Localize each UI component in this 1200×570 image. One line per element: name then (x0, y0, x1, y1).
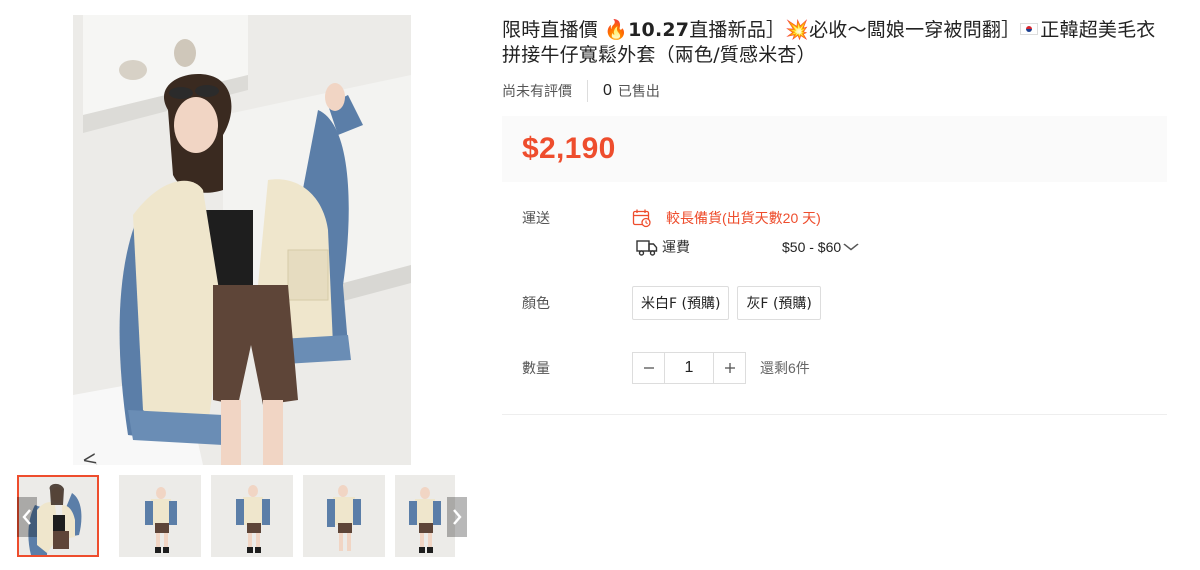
title-prefix: 限時直播價 (502, 19, 605, 41)
plus-icon (724, 363, 735, 373)
truck-icon (636, 237, 658, 257)
shipping-fee-range: $50 - $60 (782, 239, 842, 255)
calendar-clock-icon (632, 208, 654, 228)
thumbnail-5[interactable] (395, 475, 455, 557)
product-price: $2,190 (522, 132, 616, 165)
chevron-down-icon[interactable] (843, 240, 860, 254)
sold-label: 已售出 (617, 83, 660, 99)
boom-emoji-icon: 💥 (785, 19, 810, 41)
product-stats: 尚未有評價 0 已售出 (502, 80, 1167, 102)
quantity-stepper (632, 352, 746, 384)
shipping-delay: 較長備貨(出貨天數20 天) (632, 208, 857, 228)
korea-flag-icon (1020, 23, 1039, 35)
main-product-image[interactable]: Viens (73, 15, 411, 465)
increase-button[interactable] (714, 353, 745, 383)
quantity-label: 數量 (522, 360, 550, 376)
thumbnail-3[interactable] (211, 475, 293, 557)
product-title: 限時直播價 🔥10.27直播新品］💥必收〜闆娘一穿被問翻］ 正韓超美毛衣拼接牛仔寬… (502, 18, 1167, 68)
decrease-button[interactable] (633, 353, 664, 383)
variant-option-ivory[interactable]: 米白F (預購) (632, 286, 730, 320)
product-gallery: Viens (0, 0, 480, 570)
product-info: 限時直播價 🔥10.27直播新品］💥必收〜闆娘一穿被問翻］ 正韓超美毛衣拼接牛仔寬… (502, 18, 1167, 415)
color-row: 顏色 米白F (預購) 灰F (預購) (522, 286, 829, 320)
shipping-fee[interactable]: 運費 $50 - $60 (632, 237, 860, 257)
chevron-left-icon[interactable] (17, 497, 37, 537)
shipping-row: 運送 較長備貨(出貨天數20 天) 運費 $50 - $60 (522, 208, 860, 257)
fire-emoji-icon: 🔥 (604, 19, 629, 41)
quantity-input[interactable] (664, 353, 714, 383)
title-date: 10.27 (628, 19, 690, 41)
quantity-row: 數量 還剩6件 (522, 352, 810, 384)
shipping-label: 運送 (522, 210, 550, 226)
chevron-right-icon[interactable] (447, 497, 467, 537)
shipping-delay-text: 較長備貨(出貨天數20 天) (666, 210, 821, 226)
price-section: $2,190 (502, 116, 1167, 182)
variant-option-grey[interactable]: 灰F (預購) (737, 286, 821, 320)
minus-icon (643, 367, 654, 369)
sold-count: 0 (603, 82, 612, 99)
title-part-1: 直播新品］ (689, 19, 786, 41)
shipping-fee-label: 運費 (662, 239, 690, 255)
title-part-2: 必收〜闆娘一穿被問翻］ (809, 19, 1021, 41)
rating-text[interactable]: 尚未有評價 (502, 80, 588, 102)
shipping-details: 較長備貨(出貨天數20 天) 運費 $50 - $60 (632, 208, 860, 257)
color-label: 顏色 (522, 295, 550, 311)
thumbnail-2[interactable] (119, 475, 201, 557)
thumbnail-4[interactable] (303, 475, 385, 557)
stock-text: 還剩6件 (760, 360, 810, 376)
section-divider (502, 414, 1167, 415)
thumbnail-strip (17, 475, 467, 557)
